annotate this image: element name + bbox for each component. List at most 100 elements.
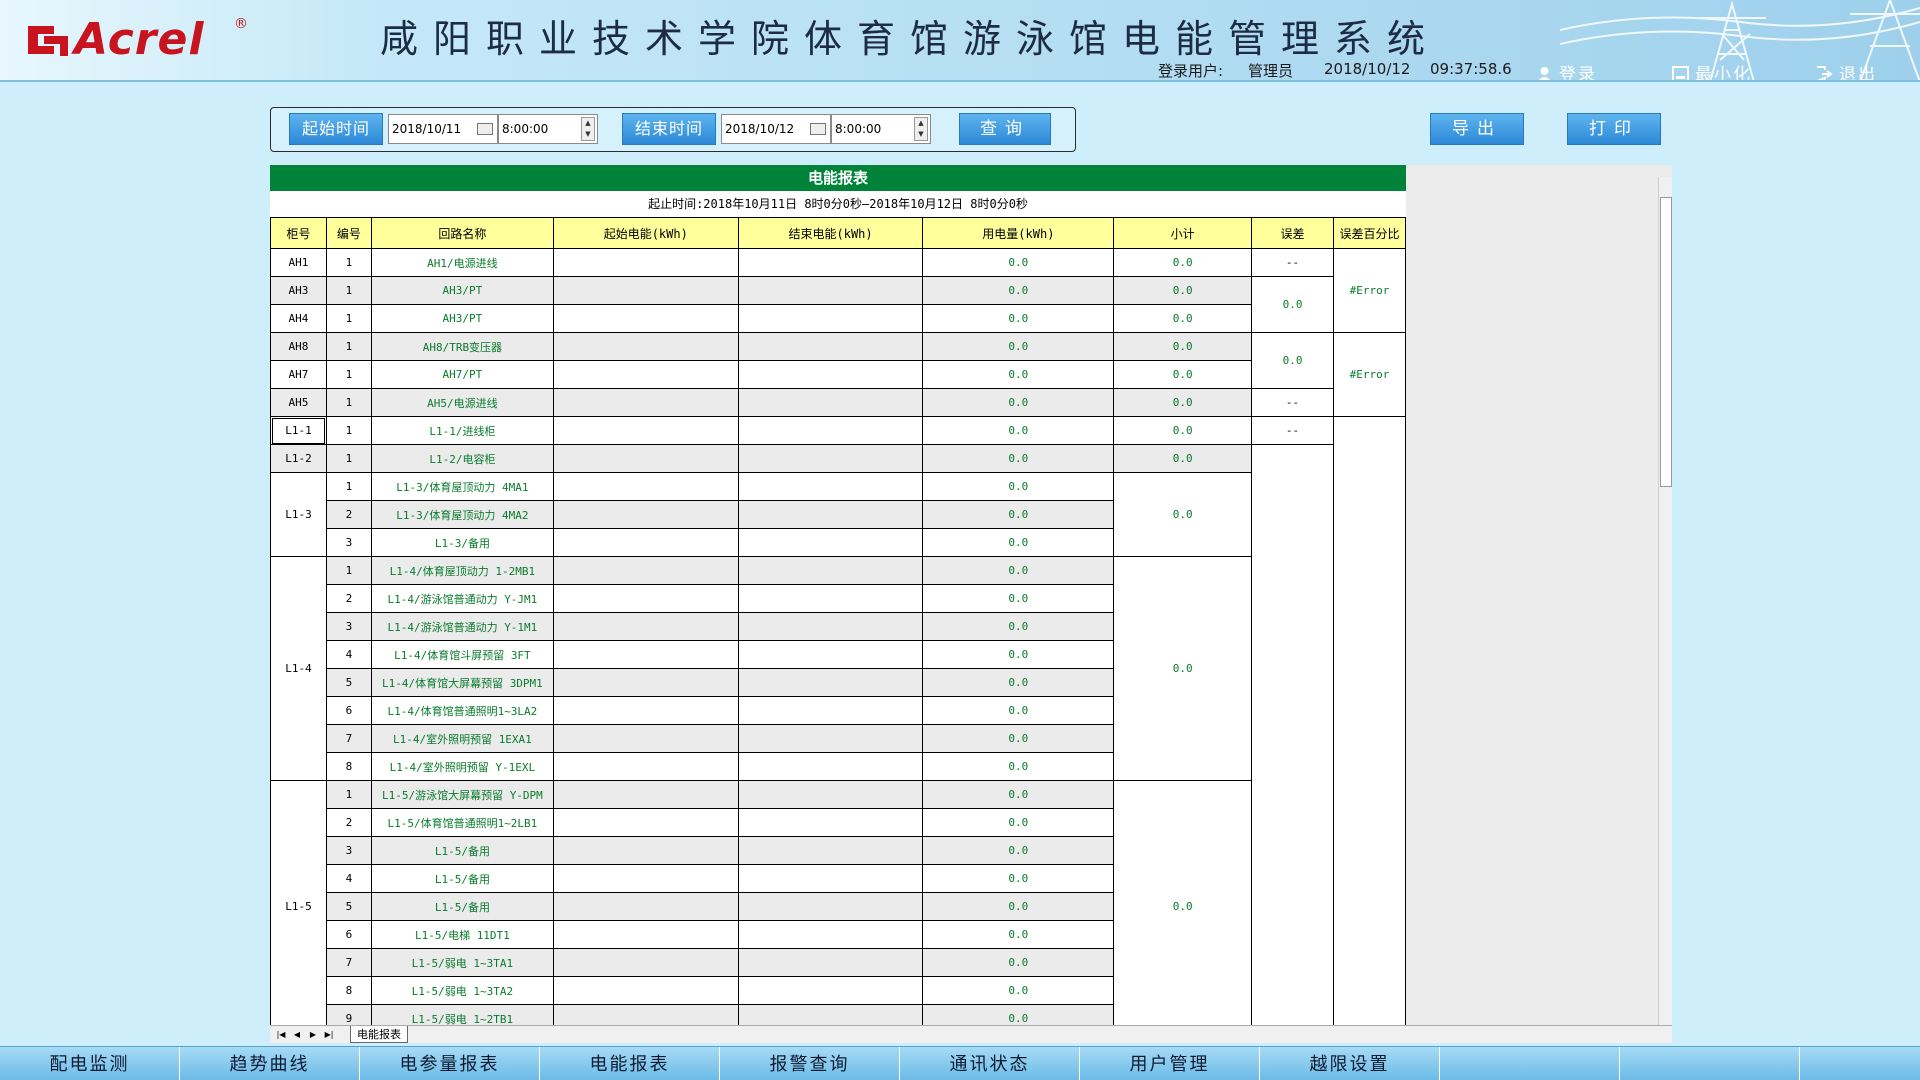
- number-cell: 1: [325, 276, 372, 305]
- start-energy-cell: [552, 808, 739, 837]
- query-button[interactable]: 查询: [959, 113, 1051, 145]
- start-energy-cell: [552, 640, 739, 669]
- start-energy-cell: [552, 724, 739, 753]
- start-energy-cell: [552, 556, 739, 585]
- app-header: Acrel ® 咸阳职业技术学院体育馆游泳馆电能管理系统 登录用户: 管理员 2…: [0, 0, 1920, 82]
- system-title: 咸阳职业技术学院体育馆游泳馆电能管理系统: [380, 17, 1441, 61]
- circuit-name-cell: L1-5/弱电 1~2TB1: [370, 1004, 554, 1025]
- number-cell: 1: [325, 556, 372, 585]
- number-cell: 3: [325, 612, 372, 641]
- login-label: 登录: [1559, 65, 1597, 82]
- login-button[interactable]: 登录: [1536, 60, 1597, 82]
- usage-cell: 0.0: [922, 528, 1115, 557]
- spinner-icon[interactable]: ▲ ▼: [581, 117, 595, 141]
- error-cell: 0.0: [1251, 332, 1334, 389]
- start-date-picker[interactable]: 2018/10/11: [388, 114, 498, 144]
- number-cell: 8: [325, 752, 372, 781]
- minimize-label: 最小化: [1695, 65, 1752, 82]
- sheet-tab-energy-report[interactable]: 电能报表: [350, 1026, 408, 1043]
- end-energy-cell: [737, 528, 924, 557]
- circuit-name-cell: AH7/PT: [370, 360, 554, 389]
- nav-item-parameter-report[interactable]: 电参量报表: [360, 1047, 540, 1080]
- circuit-name-cell: AH8/TRB变压器: [370, 332, 554, 361]
- energy-report-table: 柜号 编号 回路名称 起始电能(kWh) 结束电能(kWh) 用电量(kWh) …: [270, 217, 1407, 1025]
- end-energy-cell: [737, 360, 924, 389]
- start-time-label: 起始时间: [289, 113, 383, 145]
- start-energy-cell: [552, 752, 739, 781]
- end-time-value: 8:00:00: [835, 122, 882, 136]
- minimize-button[interactable]: 最小化: [1672, 60, 1752, 82]
- usage-cell: 0.0: [922, 920, 1115, 949]
- circuit-name-cell: L1-4/体育屋顶动力 1-2MB1: [370, 556, 554, 585]
- subtotal-cell: 0.0: [1113, 388, 1253, 417]
- subtotal-cell: 0.0: [1113, 248, 1253, 277]
- cabinet-cell: AH7: [270, 360, 327, 389]
- last-sheet-icon[interactable]: ▶|: [322, 1028, 336, 1041]
- exit-button[interactable]: 退出: [1816, 60, 1877, 82]
- usage-cell: 0.0: [922, 752, 1115, 781]
- number-cell: 8: [325, 976, 372, 1005]
- end-energy-cell: [737, 808, 924, 837]
- calendar-dropdown-icon[interactable]: [477, 123, 493, 135]
- export-button[interactable]: 导出: [1430, 113, 1524, 145]
- first-sheet-icon[interactable]: |◀: [274, 1028, 288, 1041]
- end-energy-cell: [737, 248, 924, 277]
- usage-cell: 0.0: [922, 892, 1115, 921]
- start-energy-cell: [552, 836, 739, 865]
- end-energy-cell: [737, 864, 924, 893]
- start-energy-cell: [552, 332, 739, 361]
- nav-item-trend-curve[interactable]: 趋势曲线: [180, 1047, 360, 1080]
- print-button[interactable]: 打印: [1567, 113, 1661, 145]
- nav-item-energy-report[interactable]: 电能报表: [540, 1047, 720, 1080]
- error-percent-cell: #Error: [1332, 332, 1407, 417]
- circuit-name-cell: L1-5/游泳馆大屏幕预留 Y-DPM: [370, 780, 554, 809]
- next-sheet-icon[interactable]: ▶: [306, 1028, 320, 1041]
- number-cell: 1: [325, 360, 372, 389]
- usage-cell: 0.0: [922, 584, 1115, 613]
- nav-item-limit-settings[interactable]: 越限设置: [1260, 1047, 1440, 1080]
- column-header: 小计: [1113, 217, 1253, 249]
- usage-cell: 0.0: [922, 1004, 1115, 1025]
- nav-item-comm-status[interactable]: 通讯状态: [900, 1047, 1080, 1080]
- subtotal-cell: 0.0: [1113, 556, 1253, 781]
- cabinet-cell: AH3: [270, 276, 327, 305]
- end-time-input[interactable]: 8:00:00 ▲ ▼: [831, 114, 931, 144]
- number-cell: 1: [325, 248, 372, 277]
- vertical-scrollbar[interactable]: [1658, 177, 1672, 1025]
- end-energy-cell: [737, 696, 924, 725]
- end-energy-cell: [737, 948, 924, 977]
- nav-item-alarm-query[interactable]: 报警查询: [720, 1047, 900, 1080]
- number-cell: 1: [325, 332, 372, 361]
- cabinet-cell: L1-1: [270, 416, 327, 445]
- end-date-picker[interactable]: 2018/10/12: [721, 114, 831, 144]
- start-energy-cell: [552, 976, 739, 1005]
- circuit-name-cell: L1-3/体育屋顶动力 4MA1: [370, 472, 554, 501]
- start-date-value: 2018/10/11: [392, 122, 462, 136]
- spinner-icon[interactable]: ▲ ▼: [914, 117, 928, 141]
- usage-cell: 0.0: [922, 416, 1115, 445]
- end-energy-cell: [737, 304, 924, 333]
- error-cell: --: [1251, 248, 1334, 277]
- end-energy-cell: [737, 556, 924, 585]
- circuit-name-cell: AH3/PT: [370, 304, 554, 333]
- start-energy-cell: [552, 584, 739, 613]
- nav-item-user-management[interactable]: 用户管理: [1080, 1047, 1260, 1080]
- calendar-dropdown-icon[interactable]: [810, 123, 826, 135]
- start-time-input[interactable]: 8:00:00 ▲ ▼: [498, 114, 598, 144]
- exit-label: 退出: [1839, 65, 1877, 82]
- subtotal-cell: 0.0: [1113, 332, 1253, 361]
- usage-cell: 0.0: [922, 472, 1115, 501]
- number-cell: 9: [325, 1004, 372, 1025]
- prev-sheet-icon[interactable]: ◀: [290, 1028, 304, 1041]
- end-energy-cell: [737, 584, 924, 613]
- subtotal-cell: 0.0: [1113, 276, 1253, 305]
- start-energy-cell: [552, 248, 739, 277]
- subtotal-cell: 0.0: [1113, 472, 1253, 557]
- end-energy-cell: [737, 976, 924, 1005]
- end-energy-cell: [737, 640, 924, 669]
- circuit-name-cell: AH5/电源进线: [370, 388, 554, 417]
- number-cell: 1: [325, 388, 372, 417]
- scrollbar-thumb[interactable]: [1660, 197, 1672, 487]
- column-header: 误差百分比: [1332, 217, 1407, 249]
- nav-item-power-monitoring[interactable]: 配电监测: [0, 1047, 180, 1080]
